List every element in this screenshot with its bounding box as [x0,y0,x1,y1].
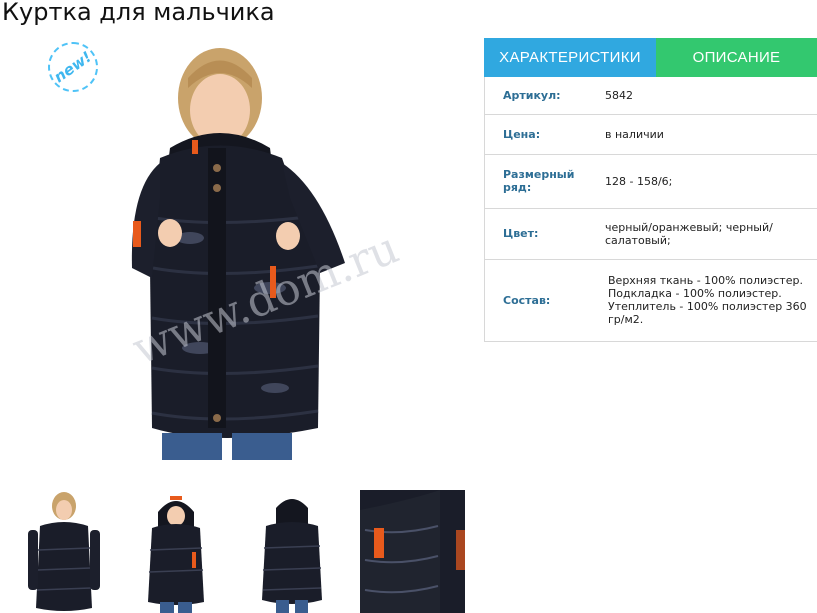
thumbnail-back[interactable] [248,490,336,613]
main-product-image[interactable]: www.dom.ru new! [20,38,460,460]
table-row: Цвет: черный/оранжевый; черный/ салатовы… [484,208,817,260]
table-row: Цена: в наличии [484,114,817,155]
new-badge: new! [48,42,98,92]
page-title: Куртка для мальчика [2,0,275,26]
spec-key-sizes: Размерный ряд: [484,154,604,209]
new-badge-label: new! [50,47,96,87]
table-row: Состав: Верхняя ткань - 100% полиэстер. … [484,259,817,342]
table-row: Артикул: 5842 [484,77,817,115]
thumbnail-sleeve-detail[interactable] [360,490,465,613]
product-tabs: ХАРАКТЕРИСТИКИ ОПИСАНИЕ [484,38,817,77]
spec-value-composition: Верхняя ткань - 100% полиэстер. Подкладк… [604,259,817,342]
spec-key-price: Цена: [484,114,604,155]
spec-value-color: черный/оранжевый; черный/ салатовый; [604,208,817,260]
thumbnail-front[interactable] [20,490,108,613]
specs-table: Артикул: 5842 Цена: в наличии Размерный … [484,77,817,342]
spec-key-color: Цвет: [484,208,604,260]
table-row: Размерный ряд: 128 - 158/6; [484,154,817,209]
jacket-illustration: www.dom.ru [126,48,406,460]
thumbnail-hood[interactable] [132,490,220,613]
spec-key-composition: Состав: [484,259,604,342]
tab-description[interactable]: ОПИСАНИЕ [656,38,817,77]
tab-characteristics[interactable]: ХАРАКТЕРИСТИКИ [484,38,656,77]
spec-value-price: в наличии [604,114,817,155]
spec-value-article: 5842 [604,77,817,115]
spec-value-sizes: 128 - 158/6; [604,154,817,209]
thumbnail-gallery [20,490,465,613]
spec-key-article: Артикул: [484,77,604,115]
